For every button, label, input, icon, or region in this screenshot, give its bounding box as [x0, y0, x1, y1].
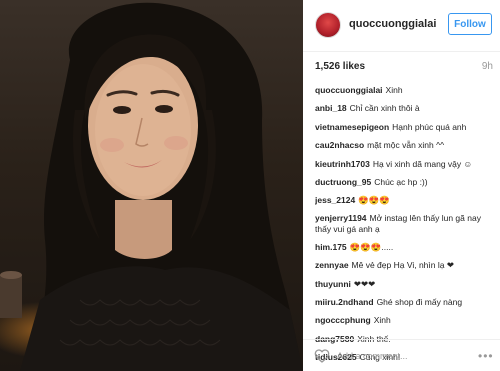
more-options-icon[interactable]: ••• [478, 349, 494, 363]
comment-text: 😍😍😍..... [349, 241, 394, 252]
post-age[interactable]: 9h [482, 61, 493, 72]
comment-text: Chúc ạc hp :)) [374, 176, 428, 187]
comment-item: him.175 😍😍😍..... [315, 241, 493, 259]
comment-item: zennyae Mê vẻ đẹp Hạ Vi, nhìn lạ ❤ [315, 259, 493, 277]
photo-illustration [0, 2, 303, 371]
comment-user[interactable]: ductruong_95 [315, 177, 371, 187]
comment-list: quoccuonggialai Xinh anbi_18 Chỉ cần xinh … [315, 84, 493, 369]
comment-user[interactable]: yenjerry1194 [315, 213, 367, 223]
comment-item: kieutrinh1703 Hạ vi xinh dã mang vậy ☺ [315, 158, 493, 176]
post-photo [0, 0, 303, 371]
likes-count[interactable]: 1,526 likes [315, 61, 365, 72]
follow-button[interactable]: Follow [448, 13, 492, 35]
comment-text: Ghé shop đi mấy nàng [376, 296, 463, 307]
comment-item: cau2nhacso mặt mộc vẫn xinh ^^ [315, 139, 493, 157]
comment-user[interactable]: quoccuonggialai [315, 85, 383, 95]
comment-item: anbi_18 Chỉ cần xinh thôi à [315, 102, 493, 120]
comment-text: Hạ vi xinh dã mang vậy ☺ [372, 158, 473, 169]
comment-user[interactable]: kieutrinh1703 [315, 159, 370, 169]
comment-item: ngocccphung Xinh [315, 314, 493, 332]
comment-text: Xinh [385, 85, 403, 95]
username-link[interactable]: quoccuonggialai [349, 18, 436, 30]
comment-user[interactable]: zennyae [315, 260, 349, 270]
comment-text: 😍😍😍 [358, 195, 390, 206]
comment-user[interactable]: anbi_18 [315, 103, 347, 113]
add-comment-input[interactable] [337, 348, 467, 364]
comment-bar: ••• [303, 339, 500, 371]
comment-text: Hạnh phúc quá anh [392, 121, 467, 132]
comment-user[interactable]: ngocccphung [315, 315, 371, 325]
comment-user[interactable]: thuyunni [315, 279, 351, 289]
comment-text: mặt mộc vẫn xinh ^^ [367, 140, 445, 151]
avatar[interactable] [315, 12, 341, 38]
comment-user[interactable]: him.175 [315, 242, 347, 252]
comment-item: yenjerry1194 Mở instag lên thấy lun gã na… [315, 213, 493, 241]
comment-text: ❤❤❤ [353, 278, 376, 289]
comment-text: Chỉ cần xinh thôi à [349, 103, 420, 114]
comment-user[interactable]: jess_2124 [315, 195, 355, 205]
comment-item: jess_2124 😍😍😍 [315, 194, 493, 212]
post-header: quoccuonggialai Follow [303, 0, 500, 52]
heart-outline-icon[interactable] [314, 348, 330, 364]
comment-item: thuyunni ❤❤❤ [315, 278, 493, 296]
comment-user[interactable]: vietnamesepigeon [315, 122, 389, 132]
comment-item: vietnamesepigeon Hạnh phúc quá anh [315, 121, 493, 139]
post-sidebar: quoccuonggialai Follow 1,526 likes 9h qu… [303, 0, 500, 371]
comment-text: Mê vẻ đẹp Hạ Vi, nhìn lạ ❤ [351, 260, 454, 271]
comment-user[interactable]: miiru.2ndhand [315, 297, 374, 307]
comment-item: quoccuonggialai Xinh [315, 84, 493, 102]
comment-item: miiru.2ndhand Ghé shop đi mấy nàng [315, 296, 493, 314]
post-stats: 1,526 likes 9h [315, 61, 493, 77]
comment-item: ductruong_95 Chúc ạc hp :)) [315, 176, 493, 194]
comment-text: Xinh [373, 315, 391, 326]
comment-user[interactable]: cau2nhacso [315, 140, 364, 150]
